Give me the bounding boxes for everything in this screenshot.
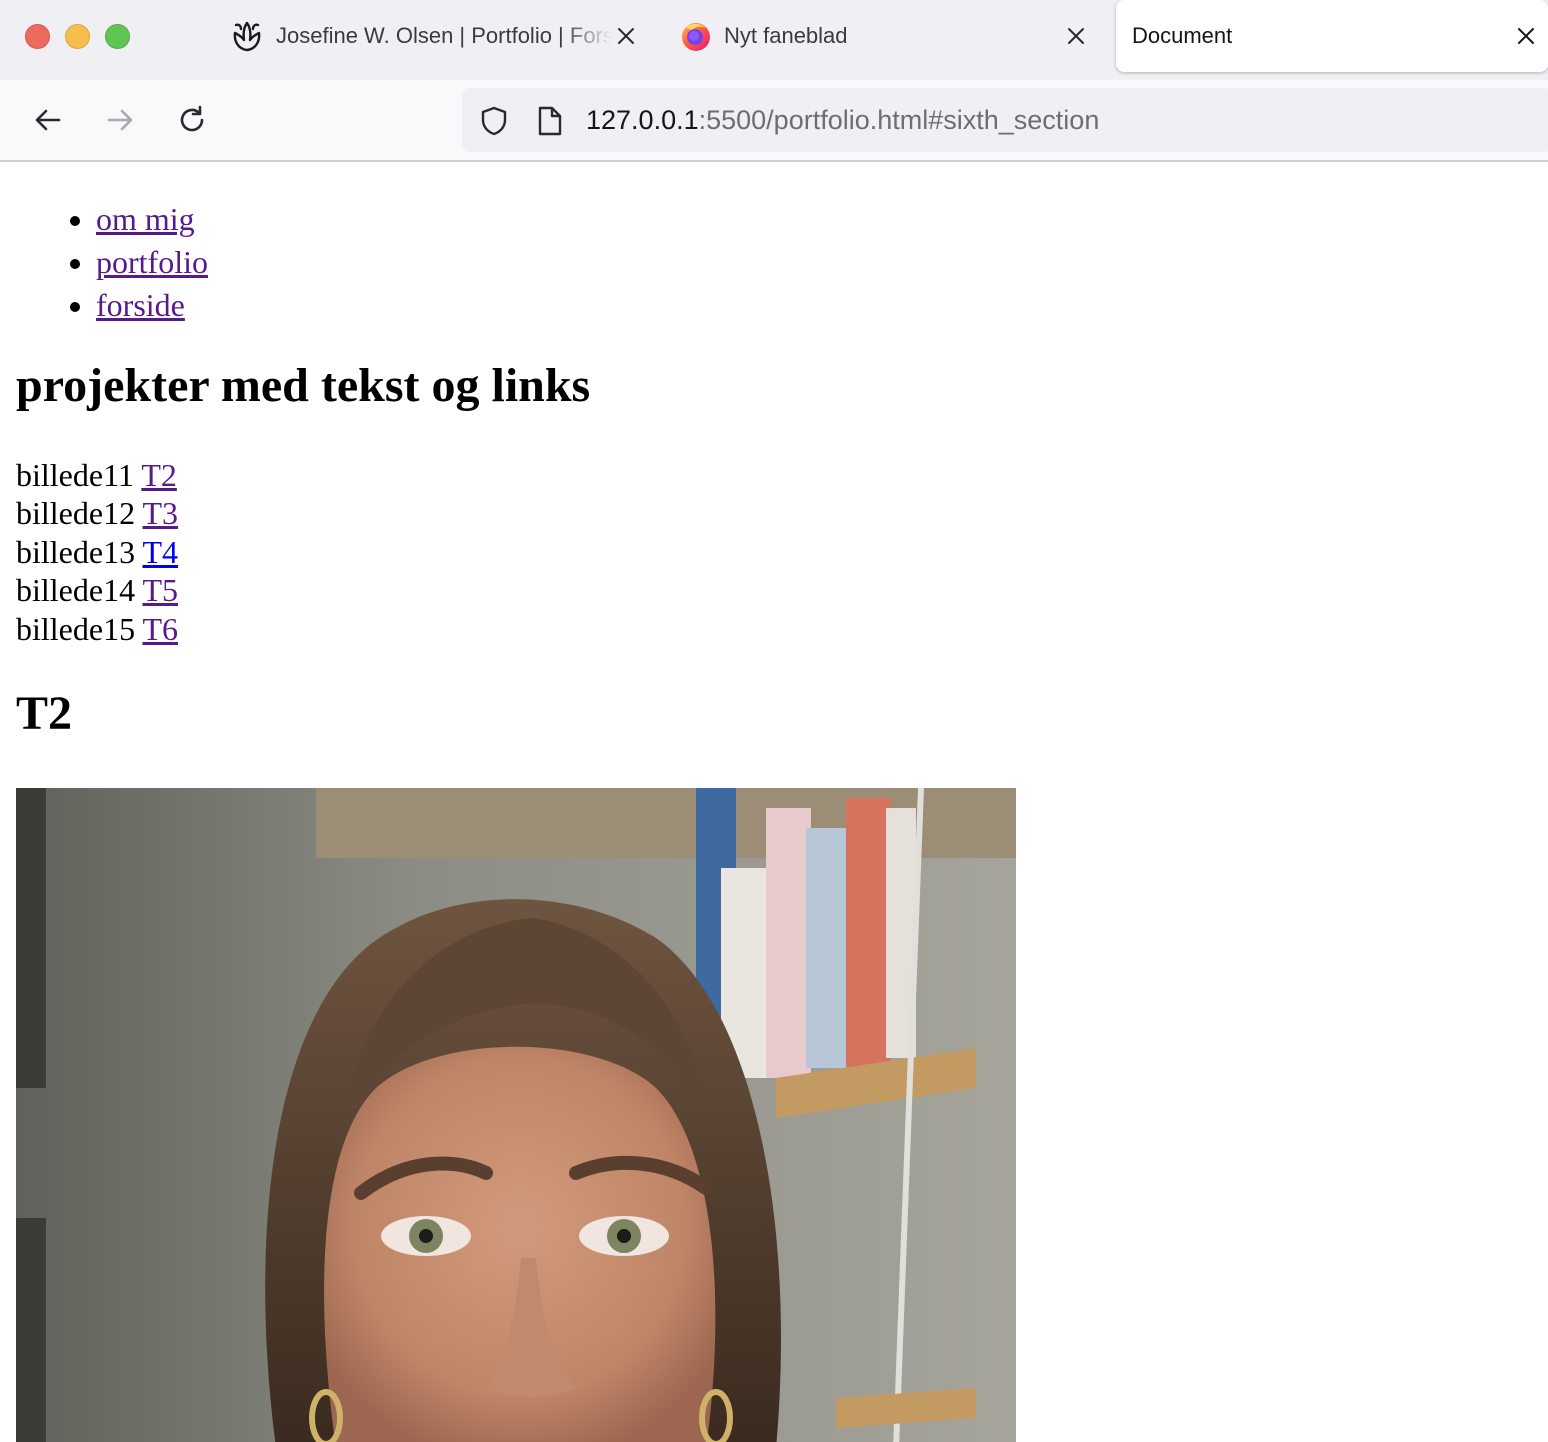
list-item: billede12 T3: [16, 494, 178, 532]
project-link-t3[interactable]: T3: [143, 495, 179, 531]
tab-strip: Josefine W. Olsen | Portfolio | Forside …: [0, 0, 1548, 80]
nav-link-om-mig[interactable]: om mig: [96, 201, 195, 237]
reload-icon[interactable]: [176, 104, 208, 136]
window-zoom-button[interactable]: [105, 24, 130, 49]
navigation-toolbar: 127.0.0.1:5500/portfolio.html#sixth_sect…: [0, 80, 1548, 162]
page-info-icon[interactable]: [536, 105, 564, 137]
forward-arrow-icon[interactable]: [104, 104, 136, 136]
flower-logo-icon: [233, 21, 261, 52]
project-link-t2[interactable]: T2: [141, 457, 177, 493]
back-arrow-icon[interactable]: [32, 104, 64, 136]
url-bar[interactable]: 127.0.0.1:5500/portfolio.html#sixth_sect…: [462, 88, 1548, 152]
tab-new-tab[interactable]: Nyt faneblad: [680, 0, 1100, 72]
tracking-protection-shield-icon[interactable]: [478, 105, 510, 137]
tab-close-icon[interactable]: [614, 24, 638, 48]
project-name: billede14: [16, 572, 136, 609]
section-title: projekter med tekst og links: [16, 359, 591, 412]
nav-link-forside[interactable]: forside: [96, 287, 185, 323]
nav-item: portfolio: [96, 241, 208, 284]
list-item: billede11 T2: [16, 456, 178, 494]
tab-close-icon[interactable]: [1064, 24, 1088, 48]
url-path: :5500/portfolio.html#sixth_section: [698, 105, 1100, 135]
firefox-icon: [682, 23, 710, 51]
window-minimize-button[interactable]: [65, 24, 90, 49]
list-item: billede15 T6: [16, 610, 178, 648]
project-name: billede11: [16, 457, 134, 493]
project-link-t4[interactable]: T4: [143, 534, 179, 570]
project-name: billede15: [16, 610, 136, 647]
list-item: billede13 T4: [16, 533, 178, 571]
url-host: 127.0.0.1: [586, 105, 699, 135]
project-link-t6[interactable]: T6: [143, 611, 179, 647]
tab-document[interactable]: Document: [1116, 0, 1548, 72]
list-item: billede14 T5: [16, 571, 178, 609]
project-link-t5[interactable]: T5: [143, 572, 179, 608]
nav-link-portfolio[interactable]: portfolio: [96, 244, 208, 280]
page-content: om mig portfolio forside projekter med t…: [0, 162, 1548, 1442]
tab-title: Josefine W. Olsen | Portfolio | Forside: [276, 23, 612, 48]
tab-title: Nyt faneblad: [724, 23, 848, 48]
project-heading-t2: T2: [16, 687, 73, 740]
project-name: billede12: [16, 495, 136, 532]
project-name: billede13: [16, 533, 136, 570]
url-text[interactable]: 127.0.0.1:5500/portfolio.html#sixth_sect…: [586, 88, 1099, 152]
portrait-photo: [16, 788, 1016, 1442]
tab-title: Document: [1132, 23, 1233, 48]
tab-close-icon[interactable]: [1514, 24, 1538, 48]
tab-portfolio[interactable]: Josefine W. Olsen | Portfolio | Forside: [230, 0, 650, 72]
nav-item: forside: [96, 284, 208, 327]
window-close-button[interactable]: [25, 24, 50, 49]
nav-item: om mig: [96, 198, 208, 241]
project-list: billede11 T2 billede12 T3 billede13 T4 b…: [16, 456, 178, 648]
site-nav: om mig portfolio forside: [16, 198, 208, 327]
